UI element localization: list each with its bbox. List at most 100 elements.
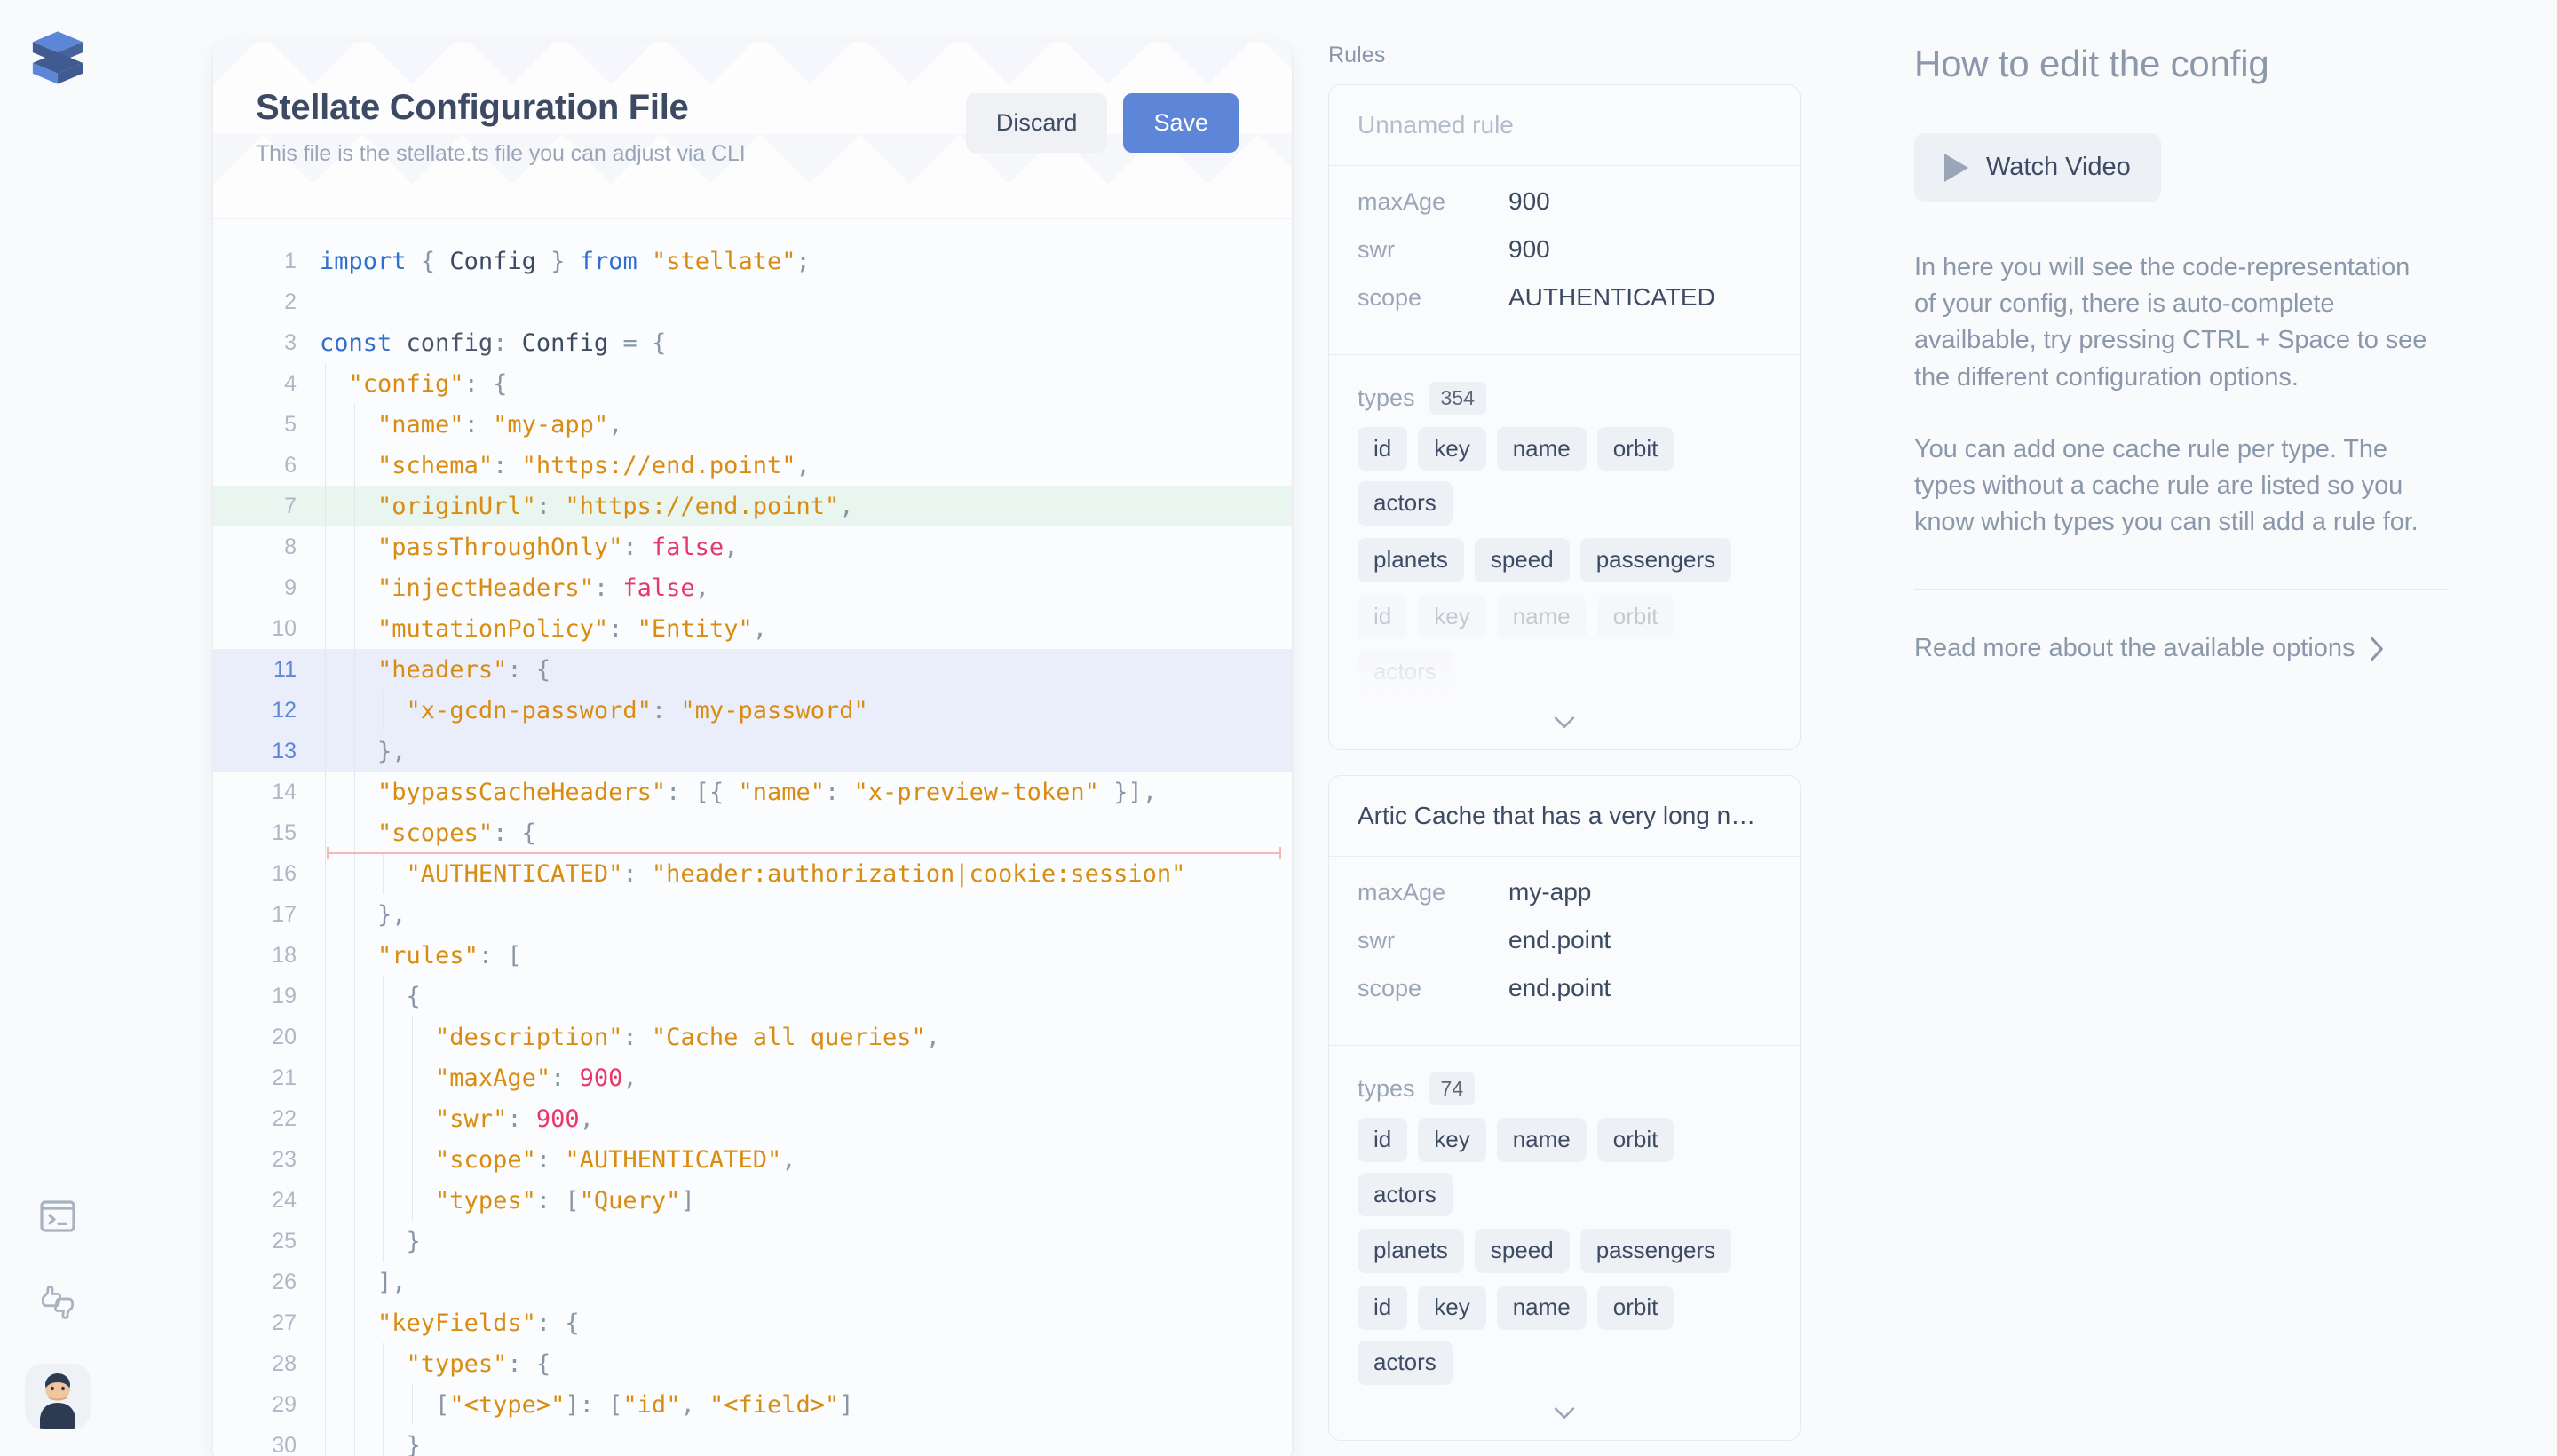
type-chip[interactable]: key — [1418, 1118, 1485, 1162]
code-line[interactable]: 29 ["<type>"]: ["id", "<field>"] — [213, 1384, 1292, 1425]
rule-property-row: maxAge900 — [1358, 187, 1771, 235]
code-text: ], — [320, 1269, 407, 1296]
code-line[interactable]: 21 "maxAge": 900, — [213, 1057, 1292, 1098]
type-chip[interactable]: actors — [1358, 481, 1453, 526]
code-line[interactable]: 24 "types": ["Query"] — [213, 1180, 1292, 1221]
rule-property-value: 900 — [1508, 235, 1550, 264]
code-line[interactable]: 3const config: Config = { — [213, 322, 1292, 363]
chevron-down-icon[interactable] — [1329, 1385, 1800, 1440]
type-chip[interactable]: actors — [1358, 1173, 1453, 1217]
code-line[interactable]: 5 "name": "my-app", — [213, 404, 1292, 445]
code-line[interactable]: 6 "schema": "https://end.point", — [213, 445, 1292, 486]
line-number: 20 — [213, 1025, 320, 1050]
type-chip[interactable]: actors — [1358, 650, 1453, 694]
code-line[interactable]: 20 "description": "Cache all queries", — [213, 1017, 1292, 1057]
type-chip[interactable]: name — [1497, 1118, 1587, 1162]
type-chip[interactable]: planets — [1358, 538, 1464, 582]
code-line[interactable]: 17 }, — [213, 894, 1292, 935]
feedback-thumbs-icon[interactable] — [35, 1278, 81, 1325]
code-line[interactable]: 26 ], — [213, 1262, 1292, 1302]
code-line[interactable]: 8 "passThroughOnly": false, — [213, 526, 1292, 567]
code-text: "originUrl": "https://end.point", — [320, 493, 854, 520]
code-line[interactable]: 9 "injectHeaders": false, — [213, 567, 1292, 608]
code-text: "schema": "https://end.point", — [320, 452, 811, 479]
type-chip[interactable]: key — [1418, 595, 1485, 639]
removed-lines-marker[interactable] — [327, 852, 1281, 854]
code-editor[interactable]: 1import { Config } from "stellate";23con… — [213, 219, 1292, 1456]
code-text: } — [320, 1228, 421, 1255]
type-chip[interactable]: id — [1358, 427, 1407, 471]
editor-column: Stellate Configuration File This file is… — [115, 0, 1319, 1456]
code-text: "passThroughOnly": false, — [320, 534, 738, 561]
type-chip[interactable]: id — [1358, 1286, 1407, 1330]
types-label: types — [1358, 384, 1415, 412]
code-line[interactable]: 27 "keyFields": { — [213, 1302, 1292, 1343]
type-chip[interactable]: speed — [1475, 538, 1570, 582]
avatar[interactable] — [25, 1364, 91, 1429]
line-number: 24 — [213, 1188, 320, 1214]
read-more-link[interactable]: Read more about the available options — [1914, 634, 2386, 663]
stellate-logo-icon[interactable] — [25, 25, 91, 91]
code-line[interactable]: 1import { Config } from "stellate"; — [213, 241, 1292, 281]
code-line[interactable]: 28 "types": { — [213, 1343, 1292, 1384]
type-chip[interactable]: passengers — [1580, 538, 1731, 582]
rule-property-value: my-app — [1508, 878, 1591, 906]
code-line[interactable]: 13 }, — [213, 731, 1292, 772]
code-line[interactable]: 22 "swr": 900, — [213, 1098, 1292, 1139]
type-chip[interactable]: id — [1358, 595, 1407, 639]
code-line[interactable]: 23 "scope": "AUTHENTICATED", — [213, 1139, 1292, 1180]
code-text: "description": "Cache all queries", — [320, 1024, 940, 1051]
type-chip[interactable]: passengers — [1580, 1229, 1731, 1273]
type-chip[interactable]: actors — [1358, 1341, 1453, 1385]
code-line[interactable]: 11 "headers": { — [213, 649, 1292, 690]
type-chip[interactable]: speed — [1475, 1229, 1570, 1273]
code-line[interactable]: 18 "rules": [ — [213, 935, 1292, 976]
rule-card[interactable]: Artic Cache that has a very long n…maxAg… — [1328, 775, 1801, 1441]
code-line[interactable]: 7 "originUrl": "https://end.point", — [213, 486, 1292, 526]
rule-card[interactable]: Unnamed rulemaxAge900swr900scopeAUTHENTI… — [1328, 84, 1801, 750]
terminal-icon[interactable] — [35, 1193, 81, 1239]
line-number: 18 — [213, 943, 320, 969]
code-text: }, — [320, 738, 407, 765]
rule-name-input[interactable]: Artic Cache that has a very long n… — [1329, 776, 1800, 857]
line-number: 17 — [213, 902, 320, 928]
code-line[interactable]: 16 "AUTHENTICATED": "header:authorizatio… — [213, 853, 1292, 894]
code-line[interactable]: 15 "scopes": { — [213, 812, 1292, 853]
code-text: "maxAge": 900, — [320, 1064, 637, 1092]
code-line[interactable]: 12 "x-gcdn-password": "my-password" — [213, 690, 1292, 731]
save-button[interactable]: Save — [1123, 93, 1239, 153]
rule-name-input[interactable]: Unnamed rule — [1329, 85, 1800, 166]
type-chip[interactable]: orbit — [1597, 595, 1674, 639]
type-chip[interactable]: planets — [1358, 1229, 1464, 1273]
type-chip[interactable]: key — [1418, 1286, 1485, 1330]
code-line[interactable]: 25 } — [213, 1221, 1292, 1262]
type-chip[interactable]: id — [1358, 1118, 1407, 1162]
code-line[interactable]: 4 "config": { — [213, 363, 1292, 404]
chevron-down-icon[interactable] — [1329, 694, 1800, 749]
types-header: types74 — [1329, 1046, 1800, 1105]
code-line[interactable]: 30 } — [213, 1425, 1292, 1456]
line-number: 21 — [213, 1065, 320, 1091]
rules-section-label: Rules — [1328, 43, 1861, 68]
code-line[interactable]: 19 { — [213, 976, 1292, 1017]
code-text: "AUTHENTICATED": "header:authorization|c… — [320, 860, 1185, 888]
type-chip-row: idkeynameorbit actors — [1329, 1273, 1800, 1385]
rules-column: Rules Unnamed rulemaxAge900swr900scopeAU… — [1319, 0, 1861, 1456]
watch-video-button[interactable]: Watch Video — [1914, 133, 2161, 202]
type-chip[interactable]: orbit — [1597, 1286, 1674, 1330]
code-line[interactable]: 2 — [213, 281, 1292, 322]
type-chip[interactable]: name — [1497, 595, 1587, 639]
code-line[interactable]: 14 "bypassCacheHeaders": [{ "name": "x-p… — [213, 772, 1292, 812]
type-chip[interactable]: name — [1497, 1286, 1587, 1330]
discard-button[interactable]: Discard — [966, 93, 1108, 153]
type-chip[interactable]: name — [1497, 427, 1587, 471]
type-chip[interactable]: orbit — [1597, 427, 1674, 471]
types-chip-area: idkeynameorbitactorsplanetsspeedpassenge… — [1329, 415, 1800, 694]
line-number: 22 — [213, 1106, 320, 1132]
code-text: "name": "my-app", — [320, 411, 622, 439]
type-chip[interactable]: key — [1418, 427, 1485, 471]
code-text: "rules": [ — [320, 942, 522, 969]
rule-property-value: 900 — [1508, 187, 1550, 216]
type-chip[interactable]: orbit — [1597, 1118, 1674, 1162]
code-line[interactable]: 10 "mutationPolicy": "Entity", — [213, 608, 1292, 649]
